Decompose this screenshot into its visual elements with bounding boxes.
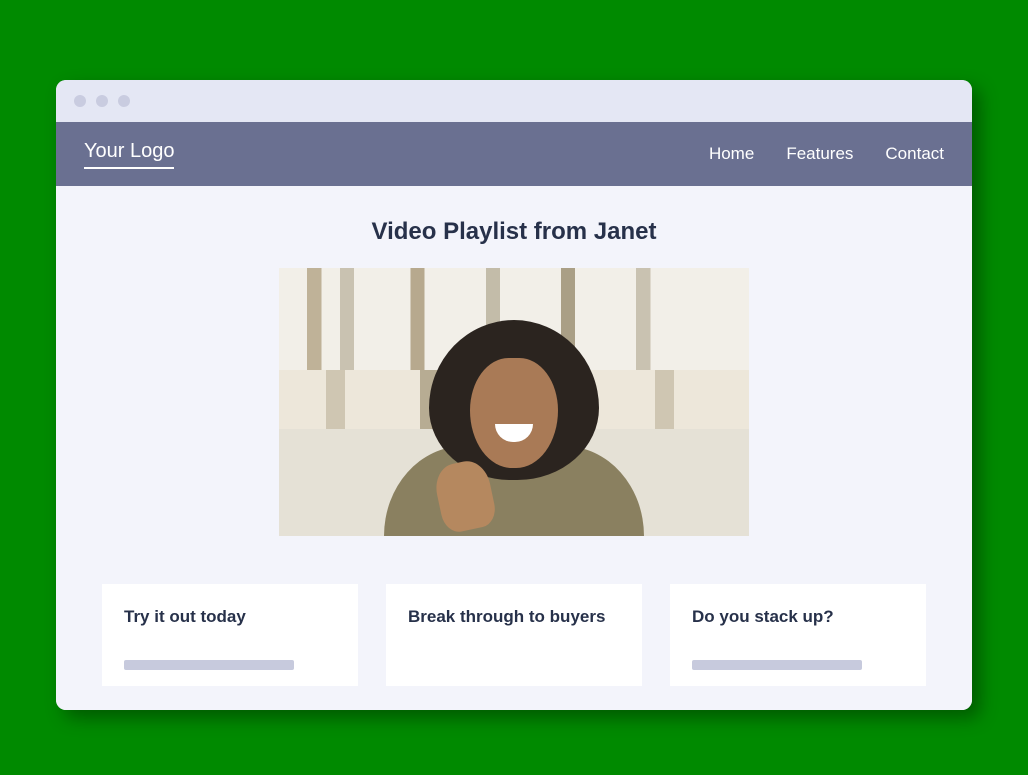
site-logo[interactable]: Your Logo [84, 140, 174, 169]
window-minimize-icon[interactable] [96, 95, 108, 107]
nav-links: Home Features Contact [709, 144, 944, 164]
site-navbar: Your Logo Home Features Contact [56, 122, 972, 186]
page-content: Video Playlist from Janet Try it out tod… [56, 186, 972, 710]
window-titlebar [56, 80, 972, 122]
video-person-icon [364, 306, 664, 536]
card-title: Break through to buyers [408, 606, 620, 650]
card-stack-up[interactable]: Do you stack up? [670, 584, 926, 686]
window-maximize-icon[interactable] [118, 95, 130, 107]
page-title: Video Playlist from Janet [56, 218, 972, 246]
hero-video[interactable] [279, 268, 749, 536]
nav-contact[interactable]: Contact [885, 144, 944, 164]
nav-features[interactable]: Features [786, 144, 853, 164]
card-try-it-out[interactable]: Try it out today [102, 584, 358, 686]
card-title: Do you stack up? [692, 606, 904, 650]
card-title: Try it out today [124, 606, 336, 650]
progress-bar-icon [692, 660, 862, 670]
nav-home[interactable]: Home [709, 144, 754, 164]
card-break-through[interactable]: Break through to buyers [386, 584, 642, 686]
card-row: Try it out today Break through to buyers… [56, 584, 972, 686]
progress-bar-icon [124, 660, 294, 670]
browser-window: Your Logo Home Features Contact Video Pl… [56, 80, 972, 710]
window-close-icon[interactable] [74, 95, 86, 107]
